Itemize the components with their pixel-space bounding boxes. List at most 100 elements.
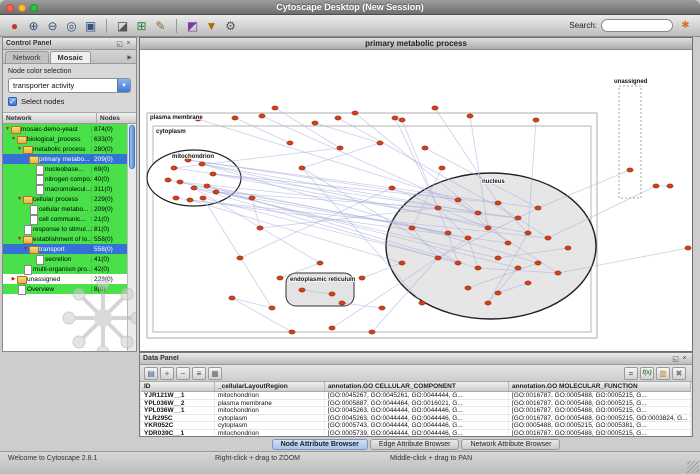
tree-row-count: 42(0) <box>91 266 127 273</box>
table-cell: [GO:0005887, GO:0044464, GO:0016021, G..… <box>325 400 509 407</box>
window-controls <box>6 4 38 12</box>
zoom-out-icon[interactable]: ⊖ <box>44 17 61 34</box>
attribute-list-icon[interactable]: ≡ <box>192 367 206 380</box>
table-row[interactable]: YLR295Ccytoplasm[GO:0045263, GO:0044444,… <box>141 415 691 423</box>
new-network-from-selection-icon[interactable]: ⊞ <box>133 17 150 34</box>
checkbox-checked-icon: ✓ <box>8 97 17 106</box>
tab-scroll-right-icon[interactable]: ▶ <box>127 54 134 63</box>
window-minimize-button[interactable] <box>18 4 26 12</box>
tree-row-label: primary metabo... <box>39 156 91 163</box>
tree-header-nodes[interactable]: Nodes <box>97 113 136 123</box>
tree-row[interactable]: macromolecul...311(0) <box>3 184 127 194</box>
destroy-network-icon[interactable]: ● <box>6 17 23 34</box>
expand-toggle-icon[interactable]: ▼ <box>10 136 17 142</box>
table-cell: mitochondrion <box>215 430 325 437</box>
import-attributes-icon[interactable]: ▥ <box>656 367 670 380</box>
zoom-selected-icon[interactable]: ◎ <box>63 17 80 34</box>
region-label: mitochondrion <box>172 154 214 160</box>
table-cell: [GO:0045267, GO:0045261, GO:0044444, G..… <box>325 392 509 399</box>
tree-scrollbar-thumb[interactable] <box>129 125 135 169</box>
delete-attribute-icon[interactable]: − <box>176 367 190 380</box>
tree-row[interactable]: cell communic...21(0) <box>3 214 127 224</box>
create-attribute-icon[interactable]: + <box>160 367 174 380</box>
table-row[interactable]: YKR052Ccytoplasm[GO:0005743, GO:0044444,… <box>141 422 691 430</box>
annotation-icon[interactable]: ✎ <box>152 17 169 34</box>
network-view-titlebar[interactable]: primary metabolic process <box>140 38 692 50</box>
tree-header-network[interactable]: Network <box>3 113 97 123</box>
tab-edge-attribute-browser[interactable]: Edge Attribute Browser <box>370 439 460 450</box>
window-close-button[interactable] <box>6 4 14 12</box>
tree-row[interactable]: ▼cellular process229(0) <box>3 194 127 204</box>
tree-row-label: metabolic process <box>33 146 91 153</box>
tab-network-attribute-browser[interactable]: Network Attribute Browser <box>461 439 560 450</box>
hide-selected-icon[interactable]: ◪ <box>114 17 131 34</box>
tree-row[interactable]: response to stimul...81(0) <box>3 224 127 234</box>
tree-row[interactable]: cellular metabo...209(0) <box>3 204 127 214</box>
tree-row[interactable]: ▼biological_process633(0) <box>3 134 127 144</box>
tree-row-label: macromolecul... <box>45 186 91 193</box>
table-row[interactable]: YPL036W__1mitochondrion[GO:0045263, GO:0… <box>141 407 691 415</box>
window-titlebar[interactable]: Cytoscape Desktop (New Session) <box>0 0 700 15</box>
float-panel-icon[interactable]: ◱ <box>115 40 124 48</box>
table-row[interactable]: YPL036W__2plasma membrane[GO:0005887, GO… <box>141 400 691 408</box>
expand-toggle-icon[interactable]: ▼ <box>16 196 23 202</box>
tree-row-label: transport <box>39 246 91 253</box>
search-config-icon[interactable]: ✱ <box>677 17 694 34</box>
tree-row[interactable]: nitrogen compo...40(0) <box>3 174 127 184</box>
folder-icon <box>29 245 39 253</box>
data-panel-titlebar[interactable]: Data Panel ◱ × <box>140 353 692 365</box>
vizmapper-icon[interactable]: ◩ <box>184 17 201 34</box>
select-attributes-icon[interactable]: ▤ <box>144 367 158 380</box>
window-zoom-button[interactable] <box>30 4 38 12</box>
tree-row[interactable]: ▼mosaic-demo-yeast874(0) <box>3 124 127 134</box>
table-row[interactable]: YJR121W__1mitochondrion[GO:0045267, GO:0… <box>141 392 691 400</box>
tree-row-label: response to stimul... <box>33 226 91 233</box>
float-panel-icon[interactable]: ◱ <box>671 355 680 363</box>
tab-node-attribute-browser[interactable]: Node Attribute Browser <box>272 439 368 450</box>
equation-builder-icon[interactable]: = <box>624 367 638 380</box>
plugins-icon[interactable]: ⚙ <box>222 17 239 34</box>
tree-row[interactable]: secretion41(0) <box>3 254 127 264</box>
expand-toggle-icon[interactable]: ▼ <box>16 236 23 242</box>
network-canvas[interactable]: plasma membranecytoplasmendoplasmic reti… <box>140 50 692 351</box>
table-cell: YPL036W__1 <box>141 407 215 414</box>
tree-row[interactable]: nucleobase...69(0) <box>3 164 127 174</box>
tree-row[interactable]: multi-organism pro...42(0) <box>3 264 127 274</box>
expand-toggle-icon[interactable]: ▼ <box>16 146 23 152</box>
search-input[interactable] <box>601 19 673 32</box>
tree-row[interactable]: ▼ transport558(0) <box>3 244 127 254</box>
close-panel-icon[interactable]: × <box>680 355 689 362</box>
expand-toggle-icon[interactable]: ▶ <box>10 276 17 282</box>
tree-row[interactable]: primary metabo...209(0) <box>3 154 127 164</box>
node-color-dropdown[interactable]: transporter activity ▼ <box>8 78 131 93</box>
column-header[interactable]: annotation.GO MOLECULAR_FUNCTION <box>509 382 691 391</box>
filters-icon[interactable]: ▼ <box>203 17 220 34</box>
clear-table-icon[interactable]: ▦ <box>208 367 222 380</box>
tab-mosaic[interactable]: Mosaic <box>50 51 91 63</box>
tree-row[interactable]: ▼establishment of lo...558(0) <box>3 234 127 244</box>
column-header[interactable]: ID <box>141 382 215 391</box>
zoom-in-icon[interactable]: ⊕ <box>25 17 42 34</box>
column-header[interactable]: annotation.GO CELLULAR_COMPONENT <box>325 382 509 391</box>
table-cell: [GO:0005739, GO:0044444, GO:0044446, G..… <box>325 430 509 437</box>
delete-rows-icon[interactable]: ✖ <box>672 367 686 380</box>
table-cell: [GO:0045263, GO:0044444, GO:0044446, G..… <box>325 407 509 414</box>
leaf-icon <box>35 175 45 183</box>
function-builder-icon[interactable]: f(x) <box>640 367 654 380</box>
expand-toggle-icon[interactable]: ▼ <box>4 126 11 132</box>
close-panel-icon[interactable]: × <box>124 40 133 47</box>
search-label: Search: <box>569 21 597 30</box>
resize-grip[interactable] <box>687 461 699 473</box>
expand-toggle-icon[interactable]: ▼ <box>22 246 29 252</box>
tree-row-count: 558(0) <box>91 246 127 253</box>
tree-row-label: mosaic-demo-yeast <box>21 126 91 133</box>
toolbar-separator <box>106 19 107 33</box>
zoom-fit-icon[interactable]: ▣ <box>82 17 99 34</box>
table-row[interactable]: YDR039C__1mitochondrion[GO:0005739, GO:0… <box>141 430 691 437</box>
dp-toolbar-left: ▤+−≡▦ <box>144 367 224 380</box>
control-panel-titlebar[interactable]: Control Panel ◱ × <box>3 38 136 50</box>
column-header[interactable]: _cellularLayoutRegion <box>215 382 325 391</box>
tree-row[interactable]: ▼metabolic process280(0) <box>3 144 127 154</box>
tab-network[interactable]: Network <box>5 51 49 63</box>
select-nodes-checkbox[interactable]: ✓ Select nodes <box>8 97 131 106</box>
